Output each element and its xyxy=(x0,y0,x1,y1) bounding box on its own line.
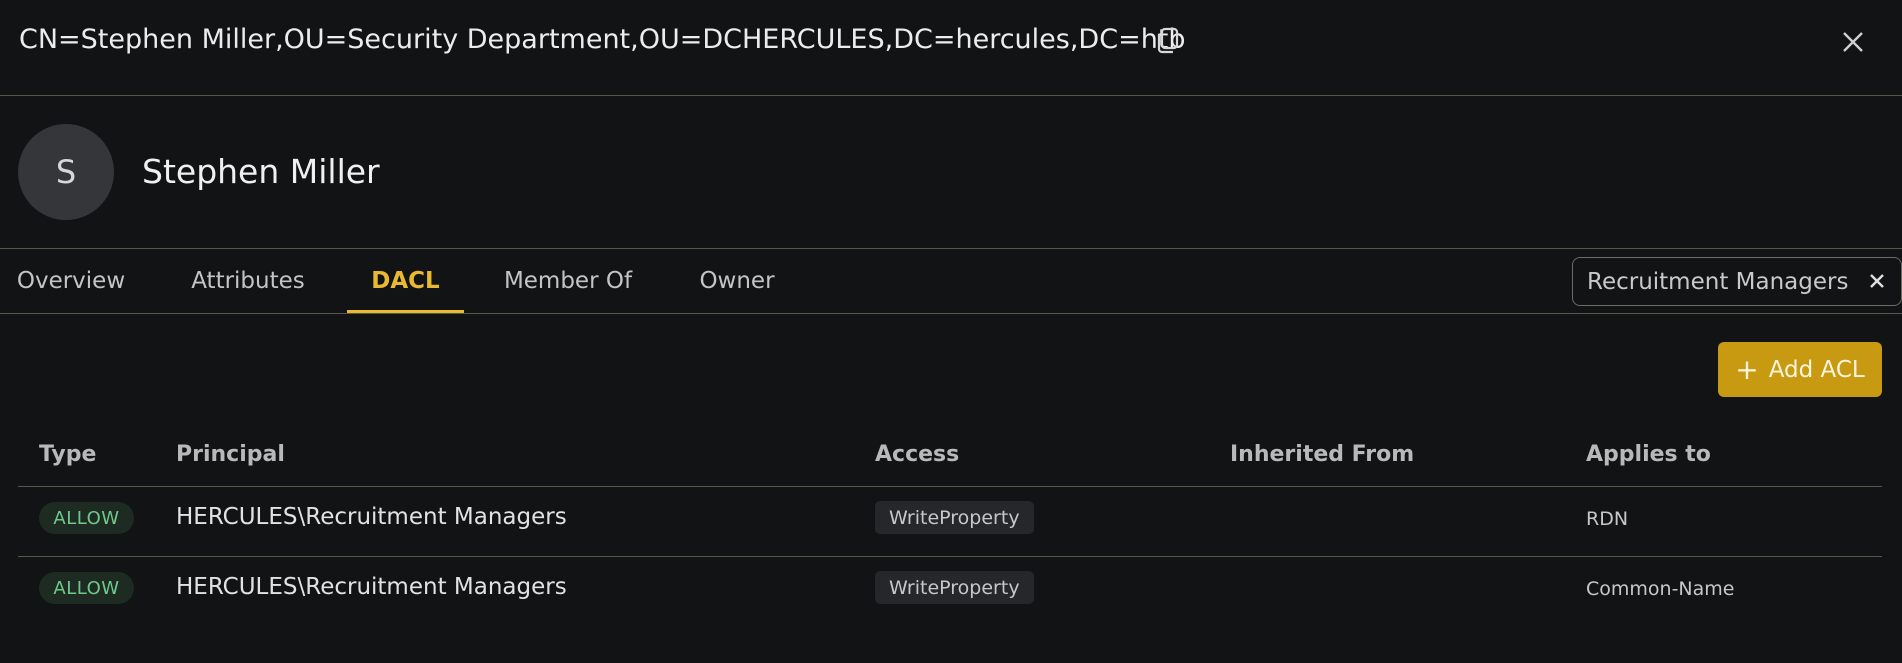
header-divider xyxy=(18,486,1882,487)
add-acl-button[interactable]: + Add ACL xyxy=(1718,342,1882,397)
tab-owner[interactable]: Owner xyxy=(698,249,776,313)
tab-attributes[interactable]: Attributes xyxy=(188,249,308,313)
type-badge: ALLOW xyxy=(39,572,134,604)
access-chip: WriteProperty xyxy=(875,571,1034,604)
row-divider xyxy=(18,556,1882,557)
access-chip: WriteProperty xyxy=(875,501,1034,534)
principal-cell: HERCULES\Recruitment Managers xyxy=(176,574,567,600)
clear-icon[interactable] xyxy=(1866,270,1888,292)
plus-icon: + xyxy=(1735,352,1759,386)
column-header-access[interactable]: Access xyxy=(875,440,959,470)
add-acl-label: Add ACL xyxy=(1768,356,1865,383)
dialog-header: CN=Stephen Miller,OU=Security Department… xyxy=(0,0,1902,96)
column-header-inherited-from[interactable]: Inherited From xyxy=(1230,440,1414,470)
tab-overview[interactable]: Overview xyxy=(17,249,125,313)
principal-cell: HERCULES\Recruitment Managers xyxy=(176,504,567,530)
distinguished-name: CN=Stephen Miller,OU=Security Department… xyxy=(19,24,1186,55)
tab-dacl[interactable]: DACL xyxy=(347,249,464,313)
acl-filter-input[interactable] xyxy=(1587,267,1857,297)
acl-filter-field xyxy=(1572,257,1902,306)
applies-to-cell: Common-Name xyxy=(1586,578,1735,600)
avatar: S xyxy=(18,124,114,220)
copy-icon[interactable] xyxy=(1153,26,1181,56)
column-header-principal[interactable]: Principal xyxy=(176,440,285,470)
type-badge: ALLOW xyxy=(39,502,134,534)
object-details-dialog: CN=Stephen Miller,OU=Security Department… xyxy=(0,0,1902,663)
tab-member-of[interactable]: Member Of xyxy=(503,249,633,313)
avatar-initial: S xyxy=(55,153,77,191)
close-icon[interactable] xyxy=(1838,27,1868,57)
applies-to-cell: RDN xyxy=(1586,508,1629,530)
object-name: Stephen Miller xyxy=(142,152,380,191)
column-header-applies-to[interactable]: Applies to xyxy=(1586,440,1711,470)
column-header-type[interactable]: Type xyxy=(39,440,96,470)
